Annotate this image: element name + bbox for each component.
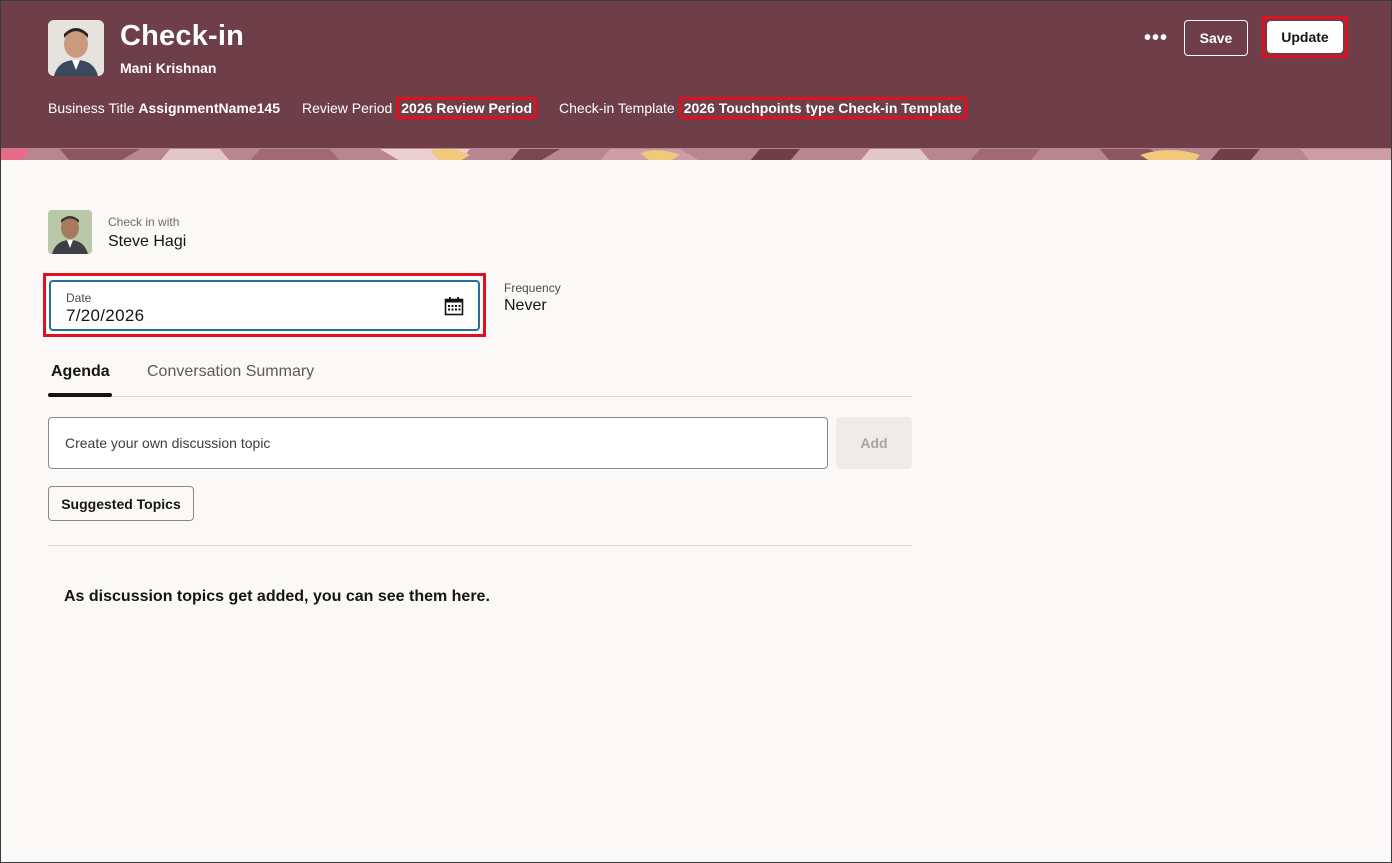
update-button[interactable]: Update: [1267, 21, 1343, 53]
manager-avatar: [48, 210, 92, 254]
business-title-value: AssignmentName145: [138, 100, 280, 116]
update-button-highlight: Update: [1262, 16, 1348, 58]
employee-name: Mani Krishnan: [120, 60, 217, 76]
business-title-label: Business Title: [48, 100, 135, 116]
checkin-template: Check-in Template 2026 Touchpoints type …: [559, 97, 967, 119]
active-tab-indicator: [48, 393, 112, 397]
checkin-with-name: Steve Hagi: [108, 233, 187, 250]
date-value[interactable]: 7/20/2026: [66, 306, 144, 326]
header-meta: Business Title AssignmentName145 Review …: [48, 97, 989, 119]
business-title: Business Title AssignmentName145: [48, 100, 280, 116]
frequency-label: Frequency: [504, 281, 561, 295]
tab-agenda[interactable]: Agenda: [51, 363, 110, 381]
review-period-label: Review Period: [302, 100, 393, 116]
empty-topics-message: As discussion topics get added, you can …: [64, 588, 490, 605]
tab-bar: Agenda Conversation Summary: [48, 358, 912, 397]
checkin-template-value: 2026 Touchpoints type Check-in Template: [678, 97, 967, 119]
calendar-icon[interactable]: [443, 295, 465, 317]
review-period-value: 2026 Review Period: [396, 97, 538, 119]
page-title: Check-in: [120, 20, 245, 52]
header-banner: [0, 148, 1392, 160]
date-field-highlight: Date 7/20/2026: [43, 273, 486, 337]
frequency-value: Never: [504, 297, 547, 314]
divider: [48, 545, 912, 546]
checkin-template-label: Check-in Template: [559, 100, 675, 116]
save-button[interactable]: Save: [1184, 20, 1248, 56]
suggested-topics-button[interactable]: Suggested Topics: [48, 486, 194, 521]
review-period: Review Period 2026 Review Period: [302, 97, 538, 119]
discussion-topic-input[interactable]: [48, 417, 828, 469]
checkin-with-label: Check in with: [108, 215, 180, 229]
date-label: Date: [66, 291, 92, 305]
tab-conversation-summary[interactable]: Conversation Summary: [147, 363, 314, 381]
date-field[interactable]: Date 7/20/2026: [49, 280, 480, 331]
checkin-with: Check in with Steve Hagi: [48, 210, 186, 254]
more-actions-button[interactable]: •••: [1140, 24, 1172, 52]
avatar: [48, 20, 104, 76]
add-button[interactable]: Add: [836, 417, 912, 469]
page-header: Check-in Mani Krishnan Business Title As…: [0, 0, 1392, 148]
